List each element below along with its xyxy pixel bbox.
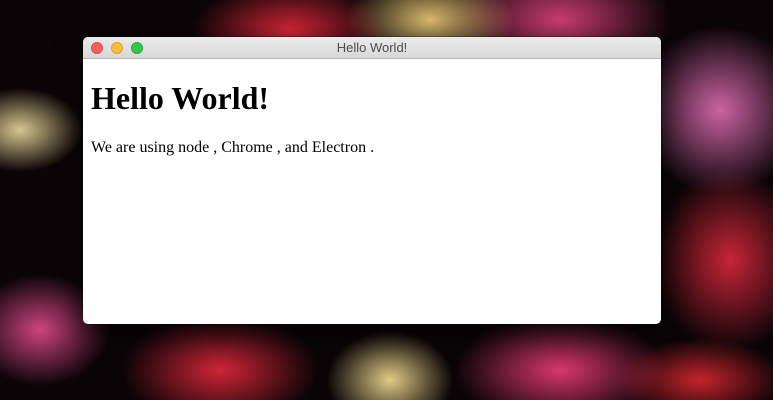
page-heading: Hello World! xyxy=(91,80,270,116)
window-titlebar[interactable]: Hello World! xyxy=(83,37,661,59)
versions-paragraph: We are using node , Chrome , and Electro… xyxy=(91,138,653,158)
end-text: . xyxy=(366,139,375,156)
intro-text: We are using node xyxy=(91,139,210,156)
app-window: Hello World! Hello World! We are using n… xyxy=(83,37,661,324)
page-content: Hello World! We are using node , Chrome … xyxy=(83,80,661,158)
window-title: Hello World! xyxy=(336,40,408,55)
electron-text: , and Electron xyxy=(272,139,367,156)
chrome-text: , Chrome xyxy=(209,139,273,156)
